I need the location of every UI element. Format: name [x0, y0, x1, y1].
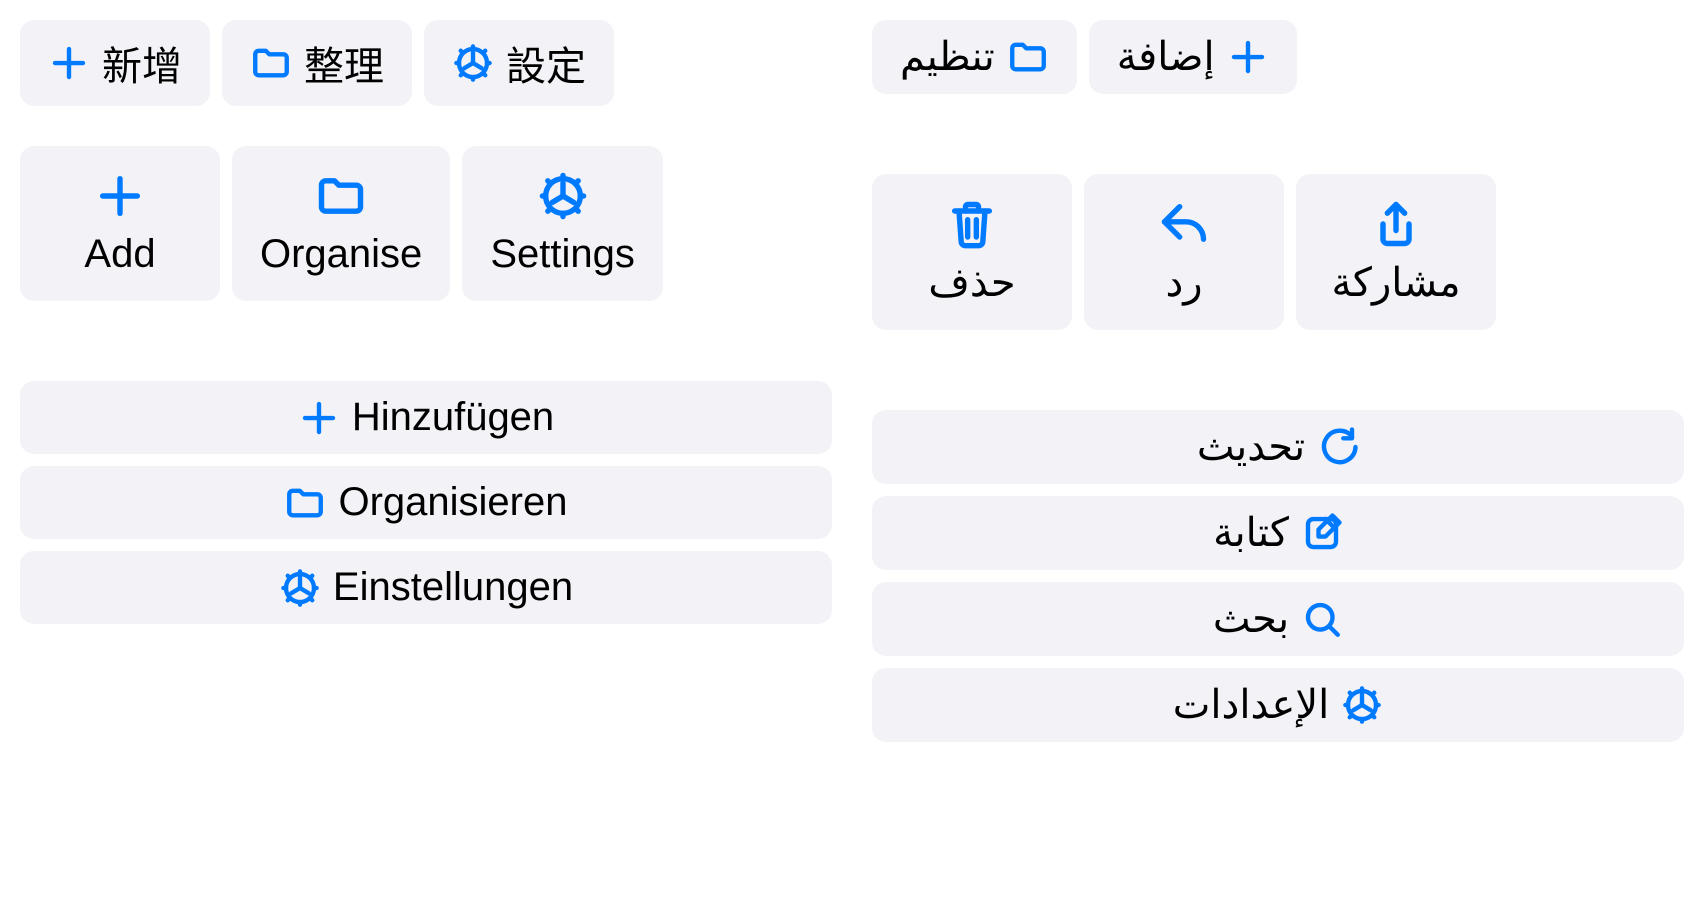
plus-icon: [1227, 36, 1269, 78]
settings-button-zh[interactable]: 設定: [424, 20, 614, 106]
search-icon: [1301, 598, 1343, 640]
gear-icon: [537, 170, 589, 222]
compose-button-ar[interactable]: كتابة: [872, 496, 1684, 570]
row-arabic-top: إضافة تنظيم: [872, 20, 1684, 94]
add-label: Add: [84, 232, 155, 277]
settings-button-de[interactable]: Einstellungen: [20, 551, 832, 624]
share-icon: [1370, 198, 1422, 250]
plus-icon: [94, 170, 146, 222]
add-label: 新增: [102, 34, 182, 92]
plus-icon: [298, 397, 340, 439]
add-button-de[interactable]: Hinzufügen: [20, 381, 832, 454]
refresh-icon: [1317, 426, 1359, 468]
settings-button-ar[interactable]: الإعدادات: [872, 668, 1684, 742]
organise-label: Organise: [260, 232, 422, 277]
folder-icon: [315, 170, 367, 222]
compose-label: كتابة: [1213, 510, 1289, 556]
search-label: بحث: [1213, 596, 1289, 642]
gear-icon: [279, 567, 321, 609]
add-label: Hinzufügen: [352, 395, 554, 440]
row-chinese: 新增 整理 設定: [20, 20, 832, 106]
refresh-button-ar[interactable]: تحديث: [872, 410, 1684, 484]
row-arabic-mid: مشاركة رد حذف: [872, 174, 1684, 330]
organise-button-en[interactable]: Organise: [232, 146, 450, 301]
reply-icon: [1158, 198, 1210, 250]
add-button-ar[interactable]: إضافة: [1089, 20, 1297, 94]
list-arabic: تحديث كتابة بحث الإعدادات: [872, 410, 1684, 742]
settings-label: الإعدادات: [1173, 682, 1329, 728]
organise-label: 整理: [304, 34, 384, 92]
share-button-ar[interactable]: مشاركة: [1296, 174, 1496, 330]
plus-icon: [48, 42, 90, 84]
share-label: مشاركة: [1331, 260, 1460, 306]
folder-icon: [250, 42, 292, 84]
settings-label: 設定: [506, 34, 586, 92]
add-button-en[interactable]: Add: [20, 146, 220, 301]
trash-icon: [946, 198, 998, 250]
reply-label: رد: [1165, 260, 1202, 306]
refresh-label: تحديث: [1197, 424, 1305, 470]
settings-label: Settings: [490, 232, 635, 277]
list-german: Hinzufügen Organisieren Einstellungen: [20, 381, 832, 624]
organise-button-ar[interactable]: تنظيم: [872, 20, 1077, 94]
row-english: Add Organise Settings: [20, 146, 832, 301]
search-button-ar[interactable]: بحث: [872, 582, 1684, 656]
add-label: إضافة: [1117, 34, 1215, 80]
delete-button-ar[interactable]: حذف: [872, 174, 1072, 330]
organise-button-de[interactable]: Organisieren: [20, 466, 832, 539]
delete-label: حذف: [928, 260, 1015, 306]
add-button-zh[interactable]: 新增: [20, 20, 210, 106]
gear-icon: [1341, 684, 1383, 726]
settings-label: Einstellungen: [333, 565, 573, 610]
organise-button-zh[interactable]: 整理: [222, 20, 412, 106]
folder-icon: [284, 482, 326, 524]
reply-button-ar[interactable]: رد: [1084, 174, 1284, 330]
gear-icon: [452, 42, 494, 84]
organise-label: تنظيم: [900, 34, 995, 80]
organise-label: Organisieren: [338, 480, 567, 525]
compose-icon: [1301, 512, 1343, 554]
settings-button-en[interactable]: Settings: [462, 146, 663, 301]
folder-icon: [1007, 36, 1049, 78]
